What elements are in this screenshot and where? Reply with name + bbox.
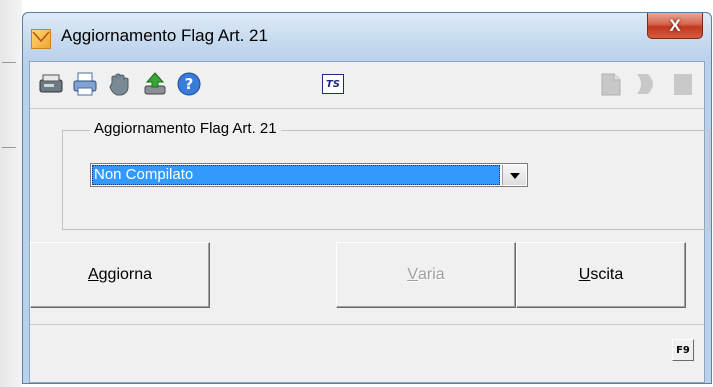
page-icon: [670, 71, 696, 97]
toolbar: ? TS: [30, 62, 704, 109]
update-label: ggiorna: [98, 266, 153, 283]
f9-button[interactable]: F9: [672, 339, 694, 361]
status-bar: F9: [30, 324, 704, 382]
combo-selected-value[interactable]: Non Compilato: [92, 165, 500, 185]
title-bar[interactable]: Aggiornamento Flag Art. 21 X: [23, 13, 711, 61]
group-label: Aggiornamento Flag Art. 21: [90, 120, 281, 137]
combo-dropdown-button[interactable]: [502, 165, 526, 185]
dialog-window: Aggiornamento Flag Art. 21 X ? TS Aggior…: [22, 12, 712, 384]
close-button[interactable]: X: [647, 13, 703, 39]
client-area: ? TS Aggiornamento Flag Art. 21 Non Comp…: [29, 61, 710, 383]
edit-mnemonic: V: [407, 266, 418, 283]
update-mnemonic: A: [87, 266, 99, 283]
edit-label: aria: [417, 266, 445, 283]
upload-icon[interactable]: [142, 71, 168, 97]
update-button[interactable]: Aggiorna: [30, 242, 210, 308]
background-divider: [2, 62, 16, 63]
ts-button[interactable]: TS: [322, 74, 344, 94]
app-envelope-icon[interactable]: [31, 29, 51, 49]
chevron-down-icon: [509, 166, 520, 184]
exit-label: scita: [590, 266, 624, 283]
printer-setup-icon[interactable]: [38, 71, 64, 97]
printer-icon[interactable]: [72, 71, 98, 97]
flag-select[interactable]: Non Compilato: [90, 163, 528, 187]
document-icon: [598, 71, 624, 97]
svg-text:?: ?: [185, 75, 194, 93]
hand-icon[interactable]: [106, 71, 132, 97]
background-window-edge: [0, 0, 22, 387]
background-divider: [2, 147, 16, 148]
edit-button[interactable]: Varia: [336, 242, 516, 308]
help-icon[interactable]: ?: [176, 71, 202, 97]
exit-mnemonic: U: [578, 266, 591, 283]
arrow-icon: [634, 71, 660, 97]
window-title: Aggiornamento Flag Art. 21: [61, 26, 268, 45]
exit-button[interactable]: Uscita: [516, 242, 686, 308]
